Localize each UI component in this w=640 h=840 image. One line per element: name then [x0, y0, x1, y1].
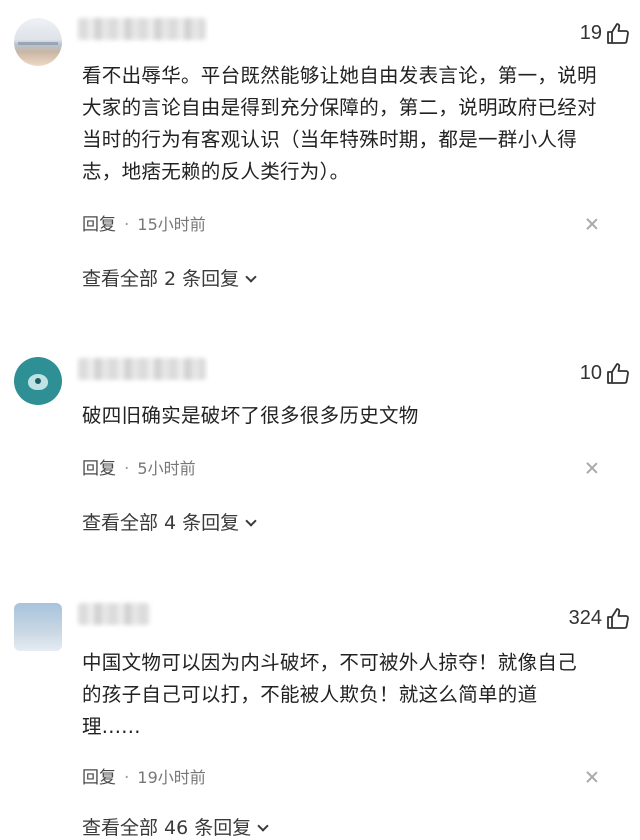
close-icon[interactable]	[586, 218, 598, 230]
comment-meta: 回复 · 5小时前	[82, 454, 196, 479]
comment-text: 破四旧确实是破坏了很多很多历史文物	[82, 404, 419, 427]
close-icon[interactable]	[586, 771, 598, 783]
reply-button[interactable]: 回复	[82, 215, 116, 235]
view-all-label: 查看全部 46 条回复	[82, 817, 252, 839]
comment-text: 中国文物可以因为内斗破坏，不可被外人掠夺！就像自己的孩子自己可以打，不能被人欺负…	[82, 651, 578, 738]
meta-separator: ·	[124, 459, 130, 479]
comment-item: 19 看不出辱华。平台既然能够让她自由发表言论，第一，说明大家的言论自由是得到充…	[0, 0, 640, 340]
reply-button[interactable]: 回复	[82, 768, 116, 788]
thumb-up-icon[interactable]	[606, 607, 630, 631]
view-all-replies-button[interactable]: 查看全部 2 条回复	[82, 264, 257, 291]
view-all-replies-button[interactable]: 查看全部 4 条回复	[82, 508, 257, 535]
close-icon[interactable]	[586, 462, 598, 474]
timestamp: 15小时前	[137, 215, 206, 234]
username-blurred[interactable]	[78, 603, 150, 625]
view-all-label: 查看全部 4 条回复	[82, 512, 240, 534]
avatar[interactable]	[14, 18, 62, 66]
view-all-label: 查看全部 2 条回复	[82, 268, 240, 290]
chevron-down-icon	[245, 271, 257, 283]
like-count: 324	[568, 607, 602, 629]
avatar[interactable]	[14, 357, 62, 405]
like-count: 19	[579, 22, 602, 44]
chevron-down-icon	[245, 515, 257, 527]
thumb-up-icon[interactable]	[606, 362, 630, 386]
like-count: 10	[579, 362, 602, 384]
thumb-up-icon[interactable]	[606, 22, 630, 46]
meta-separator: ·	[124, 215, 130, 235]
timestamp: 19小时前	[137, 768, 206, 787]
comment-item: 324 中国文物可以因为内斗破坏，不可被外人掠夺！就像自己的孩子自己可以打，不能…	[0, 585, 640, 839]
username-blurred[interactable]	[78, 18, 206, 40]
comment-item: 10 破四旧确实是破坏了很多很多历史文物 回复 · 5小时前 查看全部 4 条回复	[0, 340, 640, 585]
meta-separator: ·	[124, 768, 130, 788]
timestamp: 5小时前	[137, 459, 196, 478]
chevron-down-icon	[257, 820, 269, 832]
avatar[interactable]	[14, 603, 62, 651]
comment-meta: 回复 · 15小时前	[82, 210, 206, 235]
reply-button[interactable]: 回复	[82, 459, 116, 479]
username-blurred[interactable]	[78, 358, 206, 380]
comment-text: 看不出辱华。平台既然能够让她自由发表言论，第一，说明大家的言论自由是得到充分保障…	[82, 64, 597, 183]
comment-meta: 回复 · 19小时前	[82, 763, 206, 788]
